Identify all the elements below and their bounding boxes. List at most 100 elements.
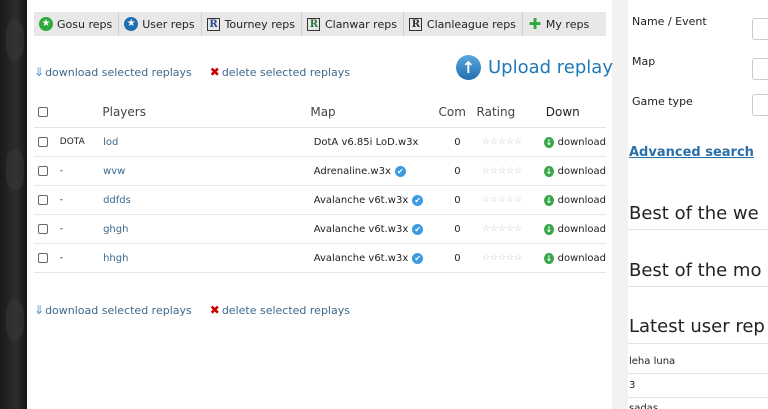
download-link[interactable]: ↓ download	[543, 194, 606, 206]
replays-table: Players Map Com Rating Down DOTA lod DotA …	[34, 96, 606, 273]
latest-item[interactable]: 3	[629, 380, 635, 391]
column-gutter	[612, 0, 628, 409]
rating-stars[interactable]: ☆☆☆☆☆	[482, 253, 544, 263]
header-map[interactable]: Map	[310, 105, 428, 119]
download-link[interactable]: ↓ download	[543, 165, 606, 177]
comments-count: 0	[454, 194, 461, 206]
name-event-label: Name / Event	[632, 15, 707, 28]
replay-tabs: ★ Gosu reps ★ User reps R Tourney reps R…	[34, 12, 606, 36]
download-arrow-icon: ⇓	[34, 303, 45, 317]
game-type-cell: -	[59, 253, 64, 263]
table-row: - hhgh Avalanche v6t.w3x ✔ 0 ☆☆☆☆☆ ↓ download	[34, 244, 606, 273]
map-cell: Avalanche v6t.w3x ✔	[314, 223, 433, 235]
r-box-icon: R	[207, 17, 221, 31]
table-row: - wvw Adrenaline.w3x ✔ 0 ☆☆☆☆☆ ↓ download	[34, 157, 606, 186]
blue-star-circle-icon: ★	[124, 17, 139, 31]
rating-stars[interactable]: ☆☆☆☆☆	[482, 224, 544, 234]
row-checkbox[interactable]	[37, 224, 48, 234]
row-checkbox[interactable]	[37, 195, 48, 205]
verified-check-icon: ✔	[412, 252, 424, 264]
select-all-checkbox[interactable]	[37, 106, 48, 117]
advanced-search-link[interactable]: Advanced search	[629, 145, 754, 160]
player-link[interactable]: ghgh	[103, 224, 314, 235]
tab-label: Tourney reps	[224, 17, 295, 31]
map-cell: DotA v6.85i LoD.w3x	[313, 136, 419, 148]
download-link[interactable]: ↓ download	[543, 252, 606, 264]
tab-tourney-reps[interactable]: R Tourney reps	[202, 12, 302, 36]
player-link[interactable]: wvw	[103, 166, 314, 177]
player-link[interactable]: hhgh	[103, 253, 314, 264]
tab-user-reps[interactable]: ★ User reps	[119, 12, 202, 36]
download-icon: ↓	[543, 165, 554, 177]
map-cell: Avalanche v6t.w3x ✔	[314, 252, 433, 264]
best-of-week-heading: Best of the we	[629, 203, 759, 224]
map-cell: Avalanche v6t.w3x ✔	[314, 194, 433, 206]
delete-selected-link[interactable]: ✖ delete selected replays	[210, 65, 350, 79]
download-selected-link[interactable]: ⇓ download selected replays	[34, 65, 192, 79]
table-header: Players Map Com Rating Down	[34, 96, 606, 128]
download-icon: ↓	[543, 252, 554, 264]
map-input[interactable]	[752, 58, 768, 80]
delete-selected-link[interactable]: ✖ delete selected replays	[210, 303, 350, 317]
download-link[interactable]: ↓ download	[543, 136, 606, 148]
tab-label: Gosu reps	[57, 17, 113, 31]
game-type-cell: -	[59, 224, 64, 234]
player-link[interactable]: ddfds	[103, 195, 314, 206]
search-sidebar: Name / Event Map Game type Advanced sear…	[628, 0, 768, 409]
delete-x-icon: ✖	[209, 303, 220, 317]
tab-label: User reps	[142, 17, 195, 31]
tab-clanwar-reps[interactable]: R Clanwar reps	[302, 12, 404, 36]
latest-user-reps-heading: Latest user rep	[629, 316, 765, 337]
game-type-select[interactable]	[752, 94, 768, 116]
tab-label: Clanwar reps	[324, 17, 397, 31]
upload-arrow-icon: ↑	[456, 55, 481, 80]
verified-check-icon: ✔	[412, 194, 424, 206]
header-rating[interactable]: Rating	[477, 105, 538, 119]
comments-count: 0	[454, 136, 461, 148]
rating-stars[interactable]: ☆☆☆☆☆	[482, 137, 544, 147]
download-icon: ↓	[543, 136, 554, 148]
game-type-cell: DOTA	[59, 137, 85, 147]
tab-gosu-reps[interactable]: ★ Gosu reps	[34, 12, 120, 36]
row-checkbox[interactable]	[37, 166, 48, 176]
verified-check-icon: ✔	[394, 165, 406, 177]
row-checkbox[interactable]	[37, 137, 48, 147]
download-icon: ↓	[543, 223, 554, 235]
comments-count: 0	[454, 165, 461, 177]
tab-clanleague-reps[interactable]: R Clanleague reps	[404, 12, 523, 36]
row-checkbox[interactable]	[37, 253, 48, 263]
table-row: - ddfds Avalanche v6t.w3x ✔ 0 ☆☆☆☆☆ ↓ download	[34, 186, 606, 215]
rating-stars[interactable]: ☆☆☆☆☆	[482, 195, 544, 205]
comments-count: 0	[454, 223, 461, 235]
tab-my-reps[interactable]: ✚ My reps	[523, 12, 595, 36]
upload-replay-button[interactable]: ↑ Upload replay	[456, 55, 613, 80]
green-star-circle-icon: ★	[39, 17, 53, 31]
game-type-label: Game type	[632, 95, 693, 108]
header-com[interactable]: Com	[428, 105, 477, 119]
delete-x-icon: ✖	[209, 65, 220, 79]
bulk-actions-top: ⇓ download selected replays ✖ delete sel…	[34, 65, 350, 79]
map-cell: Adrenaline.w3x ✔	[314, 165, 433, 177]
download-link[interactable]: ↓ download	[543, 223, 606, 235]
name-event-input[interactable]	[752, 18, 768, 40]
header-down: Down	[545, 104, 580, 119]
best-of-month-heading: Best of the mo	[629, 260, 762, 281]
r-box-icon: R	[409, 17, 423, 31]
latest-item[interactable]: sadas	[629, 403, 658, 409]
verified-check-icon: ✔	[412, 223, 424, 235]
download-arrow-icon: ⇓	[34, 65, 45, 79]
r-box-green-icon: R	[307, 17, 321, 31]
bulk-actions-bottom: ⇓ download selected replays ✖ delete sel…	[34, 303, 350, 317]
download-icon: ↓	[543, 194, 554, 206]
header-players[interactable]: Players	[102, 105, 310, 119]
latest-item[interactable]: leha luna	[629, 356, 675, 367]
table-row: - ghgh Avalanche v6t.w3x ✔ 0 ☆☆☆☆☆ ↓ download	[34, 215, 606, 244]
map-label: Map	[632, 55, 656, 68]
player-link[interactable]: lod	[103, 137, 314, 148]
comments-count: 0	[454, 252, 461, 264]
rating-stars[interactable]: ☆☆☆☆☆	[482, 166, 544, 176]
game-type-cell: -	[59, 195, 64, 205]
download-selected-link[interactable]: ⇓ download selected replays	[34, 303, 192, 317]
game-type-cell: -	[59, 166, 64, 176]
green-plus-icon: ✚	[528, 15, 542, 33]
